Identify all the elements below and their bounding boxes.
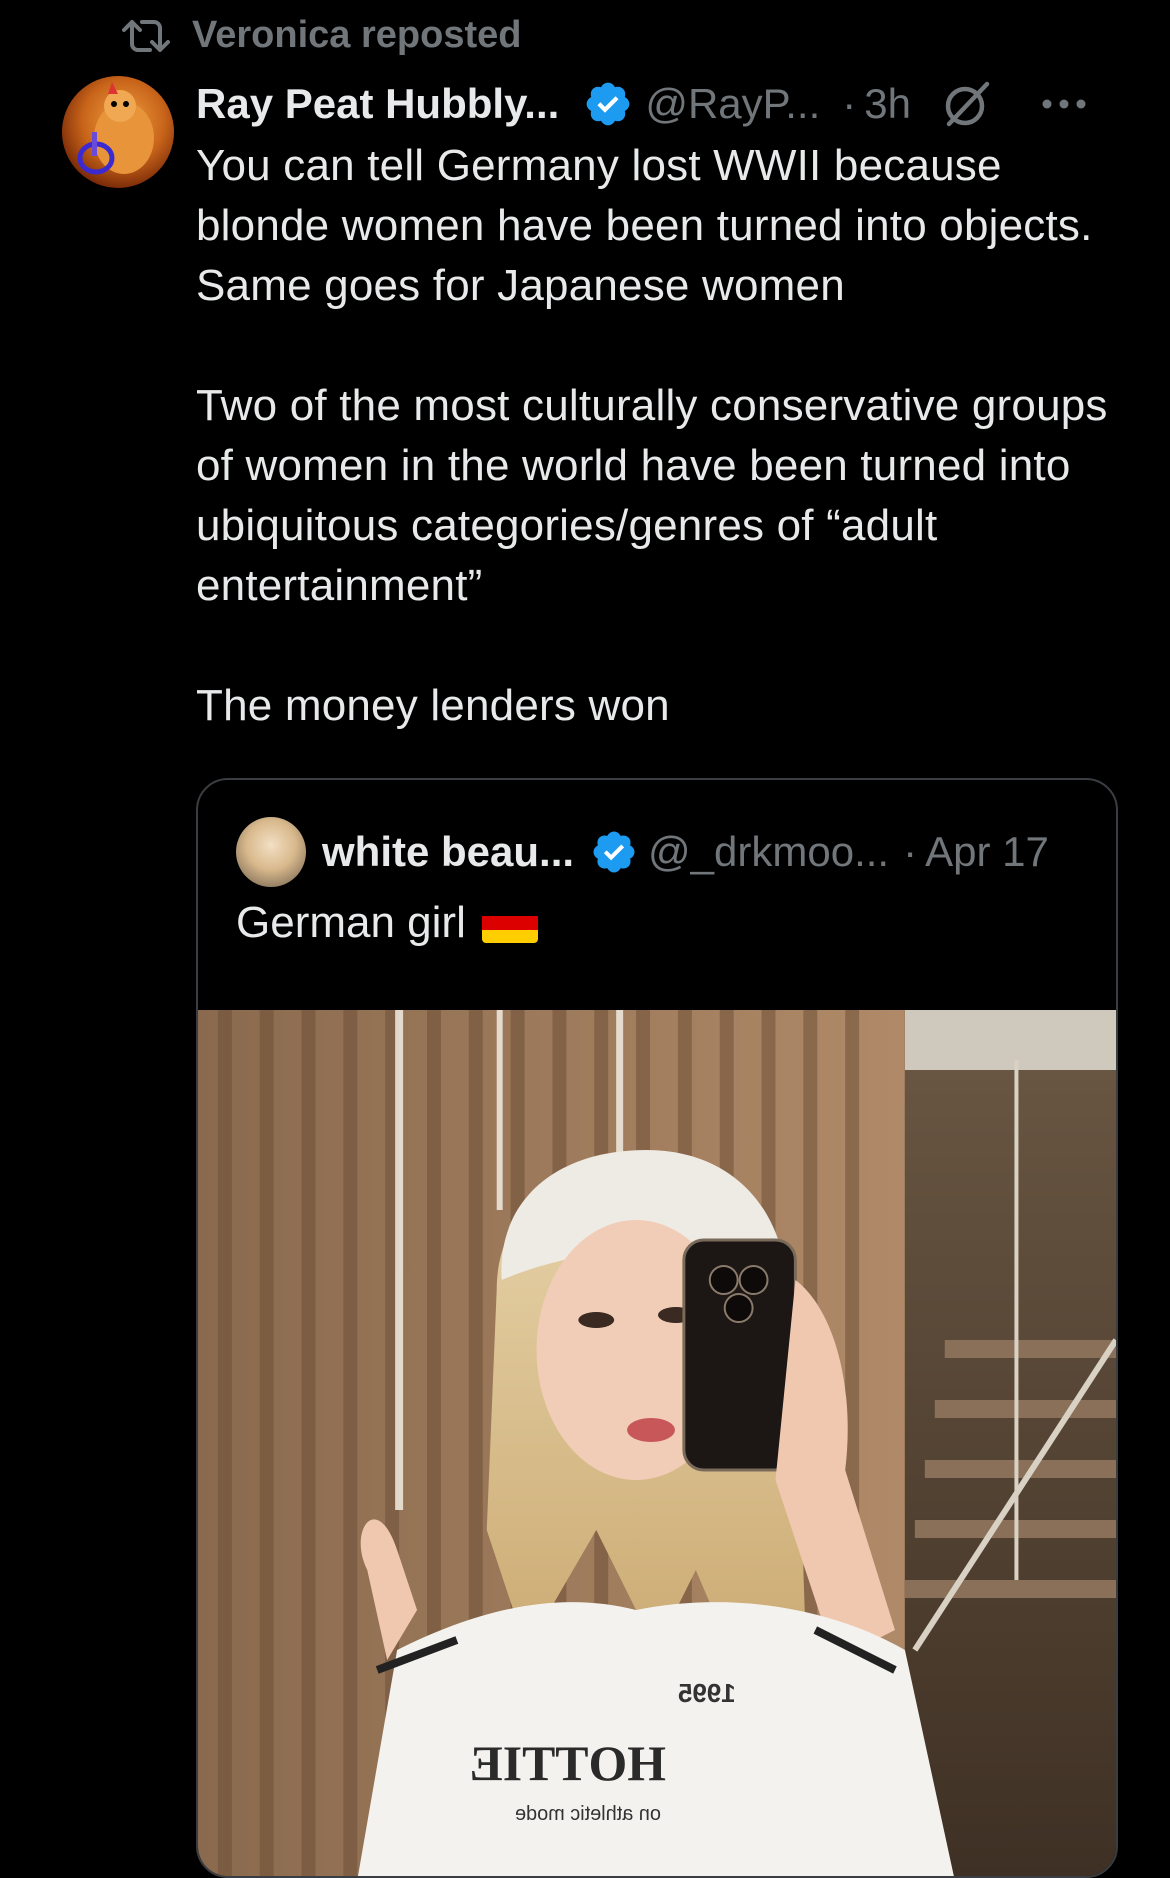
tweet-text: You can tell Germany lost WWII because b… [196, 141, 1108, 730]
repost-icon [122, 19, 170, 52]
author-avatar[interactable] [62, 76, 174, 188]
social-context-label: Veronica reposted [192, 14, 522, 56]
quoted-tweet-header: white beau... @_drkmoo... · Apr 17 [236, 816, 1049, 888]
grok-icon[interactable] [939, 76, 995, 132]
germany-flag-icon [481, 903, 538, 943]
selfie-photo: 1995 HOTTIE on athletic mode [198, 1010, 1116, 1876]
verified-badge-icon[interactable] [583, 79, 633, 129]
tweet-time[interactable]: 3h [864, 80, 911, 128]
more-options-icon[interactable] [1041, 94, 1087, 114]
quoted-tweet-text: German girl [236, 898, 466, 947]
author-handle[interactable]: @RayP... [645, 80, 820, 128]
shirt-text-main: HOTTIE [470, 1736, 666, 1791]
tweet[interactable]: Ray Peat Hubbly... @RayP... · 3h You can… [196, 74, 1126, 736]
author-name[interactable]: Ray Peat Hubbly... [196, 80, 559, 128]
quoted-author-name[interactable]: white beau... [322, 828, 574, 876]
quoted-tweet-media[interactable]: 1995 HOTTIE on athletic mode [198, 1010, 1116, 1876]
avatar-image [77, 82, 154, 175]
separator-dot: · [903, 828, 918, 875]
social-context[interactable]: Veronica reposted [122, 14, 521, 57]
quoted-tweet-text-row: German girl [236, 898, 538, 948]
quoted-tweet-date[interactable]: Apr 17 [925, 828, 1049, 876]
quoted-author-avatar[interactable] [236, 817, 306, 887]
quoted-tweet[interactable]: white beau... @_drkmoo... · Apr 17 Germa… [196, 778, 1118, 1878]
separator-dot: · [842, 80, 857, 127]
shirt-text-top: 1995 [678, 1680, 736, 1708]
tweet-header: Ray Peat Hubbly... @RayP... · 3h [196, 74, 1126, 134]
shirt-text-bottom: on athletic mode [515, 1803, 661, 1825]
verified-badge-icon[interactable] [590, 828, 638, 876]
quoted-author-handle[interactable]: @_drkmoo... [648, 828, 889, 876]
